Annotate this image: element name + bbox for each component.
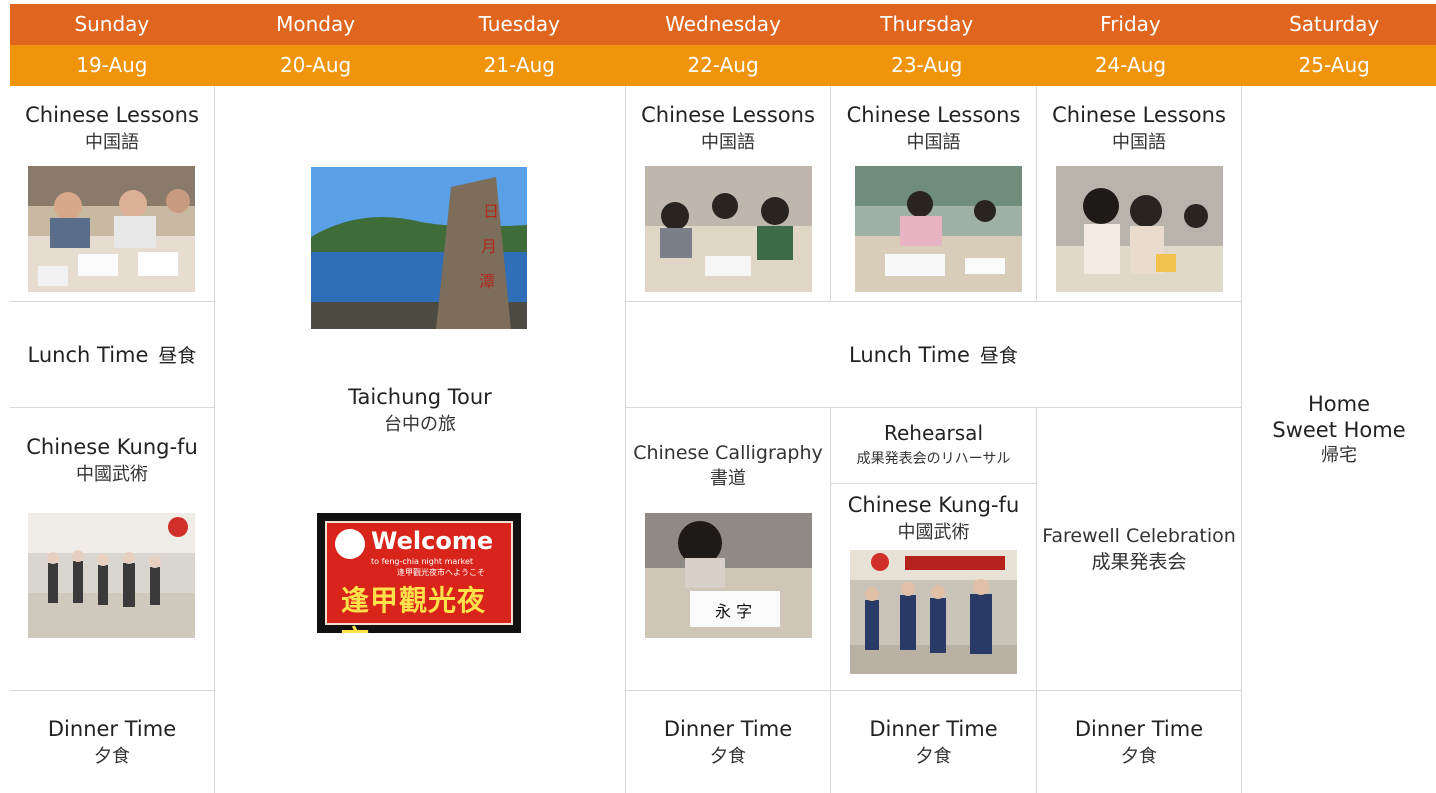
welcome-text: Welcome <box>371 527 494 555</box>
date-wednesday: 22-Aug <box>687 53 759 77</box>
sunday-lesson-jp: 中国語 <box>85 131 139 153</box>
date-friday: 24-Aug <box>1094 53 1167 77</box>
thursday-dinner: Dinner Time 夕食 <box>831 691 1036 793</box>
thursday-class-photo <box>855 166 1022 292</box>
sunday-dinner: Dinner Time 夕食 <box>10 691 214 793</box>
friday-lesson-jp: 中国語 <box>1112 131 1166 153</box>
grid-line <box>10 407 214 408</box>
day-friday: Friday <box>1100 12 1161 36</box>
sunday-lesson-en: Chinese Lessons <box>25 102 199 127</box>
date-thursday: 23-Aug <box>891 53 963 77</box>
night-market-sign-photo: Welcome to feng-chia night market 逢甲觀光夜市… <box>317 513 521 633</box>
thursday-lesson-jp: 中国語 <box>906 131 961 153</box>
sunday-lunch-en: Lunch Time <box>27 343 149 367</box>
rehearsal-label: Rehearsal 成果発表会のリハーサル <box>831 414 1036 474</box>
saturday-line2: Sweet Home <box>1272 418 1406 442</box>
sunday-dinner-en: Dinner Time <box>47 716 177 741</box>
kungfu-photo <box>28 513 195 638</box>
weekday-lunch-en: Lunch Time <box>849 343 970 367</box>
rehearsal-en: Rehearsal <box>884 420 983 445</box>
wednesday-dinner-en: Dinner Time <box>663 716 793 741</box>
date-tuesday: 21-Aug <box>483 53 555 77</box>
classroom-photo <box>28 166 195 292</box>
thursday-kungfu-jp: 中國武術 <box>897 521 970 543</box>
wednesday-lesson-en: Chinese Lessons <box>641 102 815 127</box>
friday-lesson-label: Chinese Lessons 中国語 <box>1037 98 1241 158</box>
friday-dinner: Dinner Time 夕食 <box>1037 691 1241 793</box>
thursday-dinner-en: Dinner Time <box>869 716 998 741</box>
date-saturday: 25-Aug <box>1298 53 1370 77</box>
friday-lesson-en: Chinese Lessons <box>1052 102 1226 127</box>
calligraphy-en: Chinese Calligraphy <box>633 442 823 464</box>
day-sunday: Sunday <box>74 12 150 36</box>
date-sunday: 19-Aug <box>76 53 148 77</box>
welcome-subtext: to feng-chia night market <box>371 557 473 566</box>
calligraphy-label: Chinese Calligraphy 書道 <box>626 436 830 496</box>
sunday-dinner-jp: 夕食 <box>94 745 130 767</box>
thursday-kungfu-label: Chinese Kung-fu 中國武術 <box>831 488 1036 548</box>
wednesday-class-photo <box>645 166 812 292</box>
wednesday-dinner-jp: 夕食 <box>710 745 746 767</box>
thursday-lesson-label: Chinese Lessons 中国語 <box>831 98 1036 158</box>
sunday-lesson-label: Chinese Lessons 中国語 <box>10 98 214 158</box>
taichung-tour-label: Taichung Tour 台中の旅 <box>215 380 625 440</box>
market-name-text: 逢甲觀光夜市 <box>341 584 487 633</box>
thursday-dinner-jp: 夕食 <box>915 745 952 767</box>
taichung-tour-en: Taichung Tour <box>348 384 492 409</box>
wednesday-lesson-jp: 中国語 <box>701 131 755 153</box>
friday-dinner-jp: 夕食 <box>1121 745 1157 767</box>
thursday-lesson-en: Chinese Lessons <box>846 102 1021 127</box>
calligraphy-jp: 書道 <box>710 468 746 489</box>
farewell-en: Farewell Celebration <box>1042 525 1236 547</box>
grid-line <box>830 483 1036 484</box>
friday-dinner-en: Dinner Time <box>1074 716 1204 741</box>
saturday-line1: Home <box>1307 392 1370 416</box>
date-monday: 20-Aug <box>279 53 352 77</box>
sun-moon-lake-photo: 日 月 潭 <box>311 167 527 329</box>
sign-char-1: 日 <box>483 202 499 221</box>
wednesday-lesson-label: Chinese Lessons 中国語 <box>626 98 830 158</box>
sunday-kungfu-jp: 中國武術 <box>76 463 148 485</box>
taichung-tour-jp: 台中の旅 <box>384 413 456 435</box>
farewell-jp: 成果発表会 <box>1091 551 1187 573</box>
night-market-sign: Welcome to feng-chia night market 逢甲觀光夜市… <box>325 521 513 633</box>
day-thursday: Thursday <box>880 12 974 36</box>
calligraphy-photo: 永 字 <box>645 513 812 638</box>
day-saturday: Saturday <box>1289 12 1380 36</box>
market-logo <box>335 529 365 559</box>
day-monday: Monday <box>276 12 356 36</box>
wednesday-dinner: Dinner Time 夕食 <box>626 691 830 793</box>
day-tuesday: Tuesday <box>478 12 560 36</box>
sunday-lunch-jp: 昼食 <box>158 345 197 367</box>
farewell-celebration: Farewell Celebration 成果発表会 <box>1037 408 1241 690</box>
thursday-kungfu-photo <box>850 550 1017 674</box>
sunday-kungfu-label: Chinese Kung-fu 中國武術 <box>10 430 214 490</box>
thursday-kungfu-en: Chinese Kung-fu <box>847 492 1020 517</box>
weekday-lunch: Lunch Time 昼食 <box>626 302 1241 407</box>
date-header-row: 19-Aug 20-Aug 21-Aug 22-Aug 23-Aug 24-Au… <box>10 45 1436 86</box>
sign-char-2: 月 <box>481 237 497 256</box>
calligraphy-brush-text: 永 字 <box>715 602 752 621</box>
sunday-lunch: Lunch Time 昼食 <box>10 302 214 407</box>
friday-class-photo <box>1056 166 1223 292</box>
sign-char-3: 潭 <box>479 272 495 291</box>
weekday-lunch-jp: 昼食 <box>979 345 1018 367</box>
welcome-subtext-jp: 逢甲觀光夜市へようこそ <box>397 568 485 577</box>
saturday-home: Home Sweet Home 帰宅 <box>1242 380 1436 480</box>
sunday-kungfu-en: Chinese Kung-fu <box>26 434 198 459</box>
saturday-jp: 帰宅 <box>1321 445 1357 466</box>
rehearsal-jp: 成果発表会のリハーサル <box>856 450 1011 467</box>
day-header-row: Sunday Monday Tuesday Wednesday Thursday… <box>10 4 1436 45</box>
day-wednesday: Wednesday <box>665 12 781 36</box>
